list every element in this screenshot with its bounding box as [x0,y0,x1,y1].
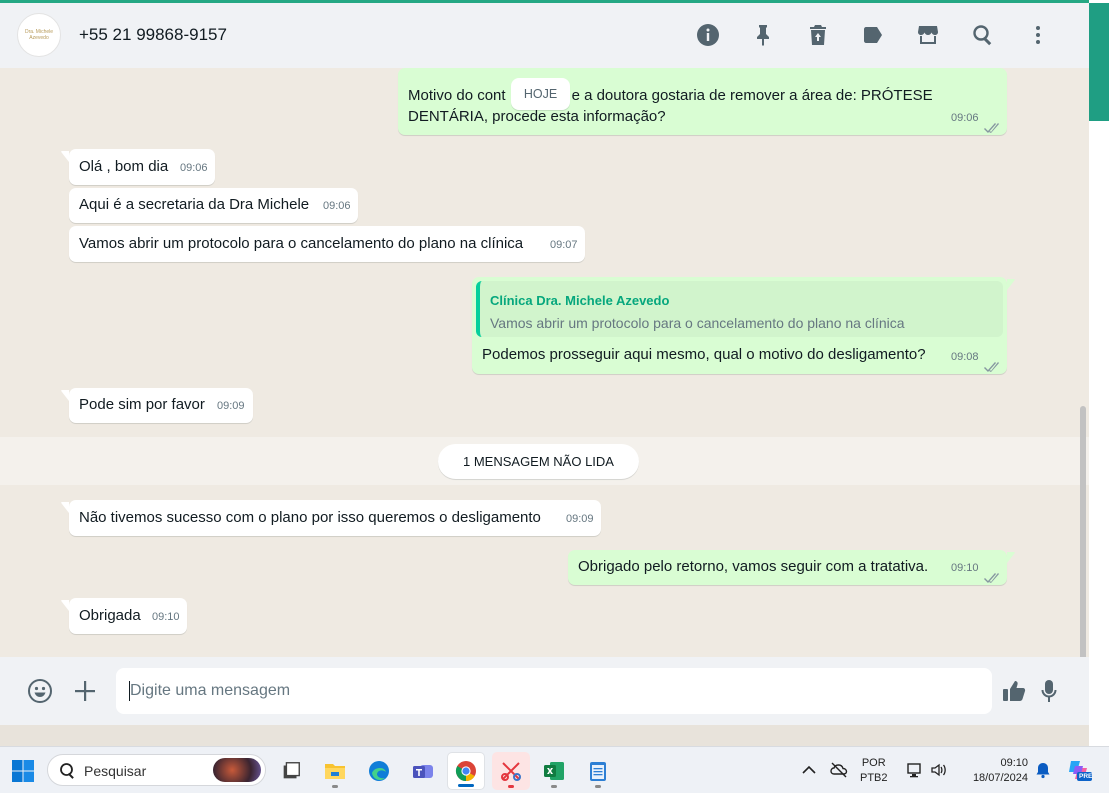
message-outgoing[interactable]: Motivo do cont e a doutora gostaria de re… [398,68,1007,135]
message-incoming[interactable]: Aqui é a secretaria da Dra Michele 09:06 [69,188,358,223]
file-explorer-icon[interactable] [316,752,354,790]
taskbar-search[interactable]: Pesquisar [47,754,266,786]
volume-icon[interactable] [930,761,948,782]
chat-header: Dra. Michele Azevedo +55 21 99868-9157 [0,3,1089,68]
windows-start-icon[interactable] [11,759,35,783]
bubble-tail [61,388,69,401]
quoted-text: Vamos abrir um protocolo para o cancelam… [490,315,905,331]
message-time: 09:10 [951,562,979,574]
message-time: 09:08 [951,351,979,363]
catalog-store-icon[interactable] [900,19,955,51]
bubble-tail [61,500,69,513]
message-text: Vamos abrir um protocolo para o cancelam… [79,235,524,252]
message-time: 09:09 [217,400,245,412]
read-receipt-icon [984,118,1000,133]
message-text: Podemos prosseguir aqui mesmo, qual o mo… [482,346,926,363]
copilot-badge: PRE [1079,773,1093,780]
date-chip: HOJE [511,78,570,110]
message-incoming[interactable]: Não tivemos sucesso com o plano por isso… [61,500,601,536]
avatar-logo-text: Dra. Michele Azevedo [24,29,54,41]
message-input-box[interactable] [116,668,992,714]
snipping-tool-icon[interactable] [492,752,530,790]
notification-bell-icon[interactable] [1034,761,1052,782]
show-hidden-icons-chevron-icon[interactable] [800,761,818,782]
edge-browser-icon[interactable] [360,752,398,790]
clock[interactable]: 09:10 18/07/2024 [962,756,1028,786]
message-outgoing-reply[interactable]: Clínica Dra. Michele Azevedo Vamos abrir… [472,277,1015,374]
message-time: 09:09 [566,513,594,525]
message-text: Obrigado pelo retorno, vamos seguir com … [578,558,929,575]
whatsapp-window: Dra. Michele Azevedo +55 21 99868-9157 M… [0,0,1109,746]
input-language-indicator[interactable]: POR PTB2 [860,756,888,786]
message-time: 09:07 [550,239,578,251]
bubble-tail [61,149,69,162]
quoted-author: Clínica Dra. Michele Azevedo [490,293,670,308]
message-time: 09:06 [180,162,208,174]
message-time: 09:06 [323,200,351,212]
message-text: Aqui é a secretaria da Dra Michele [79,196,310,213]
copilot-icon[interactable]: PRE [1066,757,1092,783]
search-label: Pesquisar [84,763,147,779]
label-icon[interactable] [845,19,900,51]
message-input[interactable] [130,668,980,714]
message-time: 09:06 [951,112,979,124]
network-icon[interactable] [906,761,924,782]
excel-icon[interactable] [535,752,573,790]
bubble-tail [61,598,69,611]
keyboard-layout: PTB2 [860,772,888,784]
task-view-icon[interactable] [272,752,310,790]
unread-chip: 1 MENSAGEM NÃO LIDA [438,444,639,479]
menu-dots-icon[interactable] [1010,19,1065,51]
delete-icon[interactable] [790,19,845,51]
teams-icon[interactable] [404,752,442,790]
windows-taskbar: Pesquisar POR PTB2 09:10 18/07/2024 PRE [0,746,1109,793]
quoted-message[interactable]: Clínica Dra. Michele Azevedo Vamos abrir… [476,281,1003,337]
pin-icon[interactable] [735,19,790,51]
emoji-icon[interactable] [24,675,56,707]
chat-scrollbar[interactable] [1080,406,1086,657]
message-text: e a doutora gostaria de remover a área d… [571,87,933,104]
read-receipt-icon [984,357,1000,372]
chrome-browser-icon[interactable] [447,752,485,790]
message-text: Pode sim por favor [79,396,205,413]
message-incoming[interactable]: Vamos abrir um protocolo para o cancelam… [69,226,585,262]
search-icon [59,762,77,780]
attach-plus-icon[interactable] [69,675,101,707]
window-side-strip [1089,0,1109,746]
clock-date: 18/07/2024 [972,772,1028,784]
header-actions [680,19,1065,51]
info-icon[interactable] [680,19,735,51]
onedrive-sync-off-icon[interactable] [830,761,848,782]
search-highlight-image [213,758,261,782]
message-incoming[interactable]: Pode sim por favor 09:09 [61,388,253,423]
message-outgoing[interactable]: Obrigado pelo retorno, vamos seguir com … [568,550,1015,585]
contact-name[interactable]: +55 21 99868-9157 [79,25,227,45]
clock-time: 09:10 [1000,757,1028,769]
message-text: Olá , bom dia [79,158,169,175]
notepad-icon[interactable] [579,752,617,790]
composer [0,657,1089,725]
read-receipt-icon [984,568,1000,583]
microphone-icon[interactable] [1033,675,1065,707]
bubble-tail [1007,277,1015,290]
language-code: POR [861,757,886,769]
thumbs-up-icon[interactable] [998,675,1030,707]
message-text: Não tivemos sucesso com o plano por isso… [79,509,541,526]
message-text: Obrigada [79,607,141,624]
message-time: 09:10 [152,611,180,623]
message-list[interactable]: Motivo do cont e a doutora gostaria de re… [0,68,1089,657]
bubble-tail [1007,550,1015,563]
message-text: Motivo do cont [408,87,506,104]
message-incoming[interactable]: Obrigada 09:10 [61,598,187,634]
search-icon[interactable] [955,19,1010,51]
message-incoming[interactable]: Olá , bom dia 09:06 [61,149,215,185]
avatar[interactable]: Dra. Michele Azevedo [17,13,61,57]
